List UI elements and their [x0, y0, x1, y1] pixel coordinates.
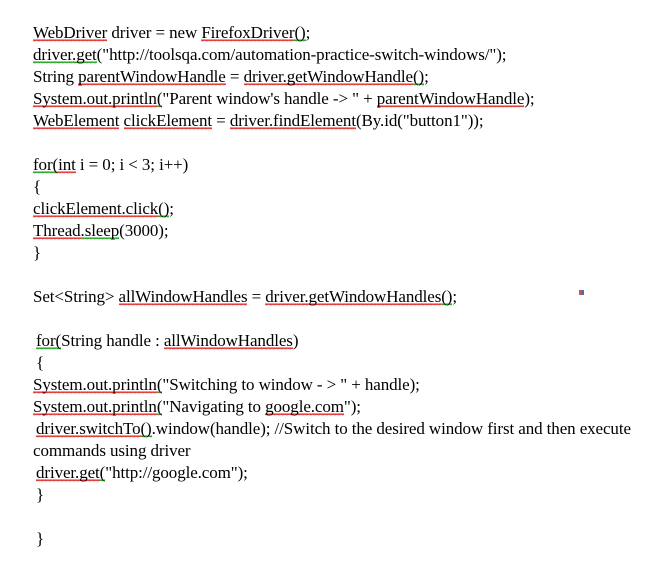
spellcheck-underlined-text: FirefoxDriver: [201, 23, 295, 43]
code-line: {: [33, 176, 645, 198]
document-page: WebDriver driver = new FirefoxDriver(); d…: [0, 0, 659, 567]
code-text: ;: [452, 287, 457, 306]
code-text: =: [212, 111, 230, 130]
spellcheck-underlined-text: System.out.println: [33, 89, 157, 109]
grammarcheck-underlined-text: .sleep: [80, 221, 120, 241]
code-text: (3000);: [119, 221, 169, 240]
code-text: }: [36, 529, 45, 548]
code-text: {: [33, 177, 42, 196]
code-text: "http://google.com");: [105, 463, 248, 482]
spellcheck-underlined-text: clickElement.click: [33, 199, 159, 219]
code-line: for(String handle : allWindowHandles): [33, 330, 645, 352]
code-text: "Switching to window - > " + handle);: [162, 375, 420, 394]
code-line: String parentWindowHandle = driver.getWi…: [33, 66, 645, 88]
code-text: i = 0; i < 3; i++): [75, 155, 189, 174]
code-line: driver.get("http://toolsqa.com/automatio…: [33, 44, 645, 66]
grammarcheck-underlined-text: (): [140, 419, 152, 439]
grammarcheck-underlined-text: for(: [36, 331, 62, 351]
grammarcheck-underlined-text: (): [441, 287, 453, 307]
grammarcheck-underlined-text: (): [413, 67, 425, 87]
spellcheck-underlined-text: driver.get: [36, 463, 100, 483]
code-line: }: [33, 484, 645, 506]
code-text: String: [33, 67, 79, 86]
code-text: ): [292, 331, 299, 350]
code-text: =: [247, 287, 266, 306]
code-text: "Parent window's handle -> " +: [162, 89, 377, 108]
spellcheck-underlined-text: driver.switchTo: [36, 419, 141, 439]
spellcheck-underlined-text: Thread: [33, 221, 81, 241]
code-text: ;: [305, 23, 311, 42]
code-line: }: [33, 242, 645, 264]
code-line: }: [33, 528, 645, 550]
code-block[interactable]: WebDriver driver = new FirefoxDriver(); d…: [33, 22, 645, 550]
code-line: Set<String> allWindowHandles = driver.ge…: [33, 286, 645, 308]
grammarcheck-underlined-text: for(: [33, 155, 59, 175]
code-text: }: [36, 485, 45, 504]
spellcheck-underlined-text: System.out.println: [33, 397, 157, 417]
code-text: ;: [424, 67, 429, 86]
code-line: System.out.println("Parent window's hand…: [33, 88, 645, 110]
spellcheck-underlined-text: int: [58, 155, 76, 175]
spellcheck-underlined-text: parentWindowHandle: [376, 89, 525, 109]
code-text: );: [524, 89, 535, 108]
grammarcheck-underlined-text: (): [158, 199, 170, 219]
page-marker-icon: [579, 290, 584, 295]
code-line: {: [33, 352, 645, 374]
code-text: "Navigating to: [162, 397, 266, 416]
code-line: clickElement.click();: [33, 198, 645, 220]
spellcheck-underlined-text: System.out.println: [33, 375, 157, 395]
code-text: ;: [169, 199, 174, 218]
code-text: Set<String>: [33, 287, 119, 306]
spellcheck-underlined-text: allWindowHandles: [163, 331, 293, 351]
spellcheck-underlined-text: google.com: [265, 397, 344, 417]
code-text: {: [36, 353, 45, 372]
code-text: ");: [343, 397, 361, 416]
code-text: (By.id("button1"));: [355, 111, 484, 130]
spellcheck-underlined-text: driver.getWindowHandles: [265, 287, 442, 307]
spellcheck-underlined-text: WebDriver: [33, 23, 108, 43]
grammarcheck-underlined-text: (): [294, 23, 306, 43]
code-line: WebDriver driver = new FirefoxDriver();: [33, 22, 645, 44]
code-text: =: [225, 67, 244, 86]
code-line: WebElement clickElement = driver.findEle…: [33, 110, 645, 132]
code-line: System.out.println("Navigating to google…: [33, 396, 645, 418]
spellcheck-underlined-text: allWindowHandles: [118, 287, 248, 307]
code-line: driver.switchTo().window(handle); //Swit…: [33, 418, 645, 462]
code-line: Thread.sleep(3000);: [33, 220, 645, 242]
spellcheck-underlined-text: driver.getWindowHandle: [243, 67, 413, 87]
spellcheck-underlined-text: clickElement: [123, 111, 213, 131]
code-line: for(int i = 0; i < 3; i++): [33, 154, 645, 176]
spellcheck-underlined-text: driver.findElement: [229, 111, 356, 131]
code-line: System.out.println("Switching to window …: [33, 374, 645, 396]
code-text: ("http://toolsqa.com/automation-practice…: [96, 45, 507, 64]
code-text: driver = new: [107, 23, 202, 42]
spellcheck-underlined-text: WebElement: [33, 111, 120, 131]
code-text: }: [33, 243, 42, 262]
grammarcheck-underlined-text: driver.get: [33, 45, 97, 65]
code-line: driver.get("http://google.com");: [33, 462, 645, 484]
code-text: String handle :: [61, 331, 164, 350]
spellcheck-underlined-text: parentWindowHandle: [78, 67, 226, 87]
